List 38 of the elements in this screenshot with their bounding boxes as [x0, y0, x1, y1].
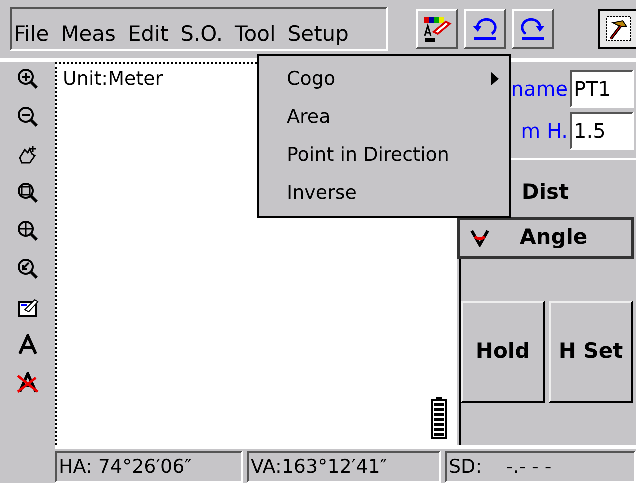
text-field[interactable]: 1.5 — [570, 112, 634, 150]
menu-item[interactable]: File — [14, 24, 50, 45]
status-field: SD: -.- - - — [445, 451, 636, 483]
battery-icon — [431, 397, 447, 439]
zoom-extents-icon[interactable] — [16, 220, 38, 242]
text-field[interactable]: PT1 — [570, 70, 634, 108]
unit-label: Unit:Meter — [63, 70, 164, 89]
menu-item[interactable]: Tool — [235, 24, 276, 45]
color-pen-icon — [422, 14, 452, 44]
submenu-arrow-icon — [491, 72, 499, 86]
field-label: name — [511, 79, 568, 99]
undo-icon — [470, 16, 500, 42]
menu-option[interactable]: Cogo — [259, 60, 509, 98]
menu-item[interactable]: S.O. — [180, 24, 224, 45]
mode-button[interactable]: Angle — [457, 217, 634, 259]
zoom-window-icon[interactable] — [16, 182, 38, 204]
zoom-in-icon[interactable] — [16, 68, 38, 90]
redo-button[interactable] — [512, 9, 554, 49]
field-label: m H. — [521, 121, 568, 141]
action-button[interactable]: H Set — [549, 301, 633, 403]
menu-item[interactable]: Edit — [128, 24, 169, 45]
hammer-icon — [605, 15, 633, 43]
zoom-previous-icon[interactable] — [16, 258, 38, 280]
angle-icon — [470, 229, 490, 247]
menu-item[interactable]: Setup — [288, 24, 349, 45]
zoom-out-icon[interactable] — [16, 106, 38, 128]
text-tool-icon[interactable] — [16, 334, 38, 356]
undo-button[interactable] — [464, 9, 506, 49]
menu-option[interactable]: Area — [259, 98, 509, 136]
redo-icon — [518, 16, 548, 42]
menu-item[interactable]: Meas — [61, 24, 116, 45]
status-field: VA:163°12′41″ — [247, 451, 441, 483]
color-pen-tool-button[interactable] — [416, 9, 458, 49]
hammer-tool-button[interactable] — [598, 9, 636, 49]
menu-option[interactable]: Point in Direction — [259, 136, 509, 174]
hide-text-icon[interactable] — [16, 372, 40, 394]
action-button[interactable]: Hold — [461, 301, 545, 403]
status-field: HA: 74°26′06″ — [55, 451, 243, 483]
